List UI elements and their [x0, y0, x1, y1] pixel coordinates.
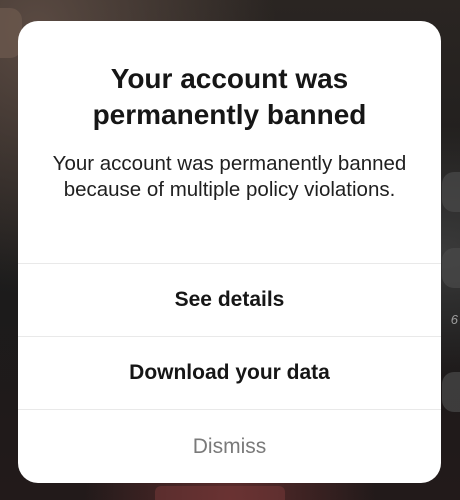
background-side-count: 6: [450, 312, 458, 327]
background-side-icon: [442, 172, 460, 212]
account-banned-dialog: Your account was permanently banned Your…: [18, 21, 441, 483]
dismiss-button[interactable]: Dismiss: [18, 410, 441, 483]
background-side-icon: [442, 372, 460, 412]
dialog-title: Your account was permanently banned: [92, 63, 367, 130]
background-side-icon: [442, 248, 460, 288]
dialog-message: Your account was permanently banned beca…: [52, 152, 407, 201]
see-details-button[interactable]: See details: [18, 264, 441, 337]
download-data-button[interactable]: Download your data: [18, 337, 441, 410]
background-caption: [155, 486, 285, 500]
dialog-header: Your account was permanently banned Your…: [18, 21, 441, 264]
